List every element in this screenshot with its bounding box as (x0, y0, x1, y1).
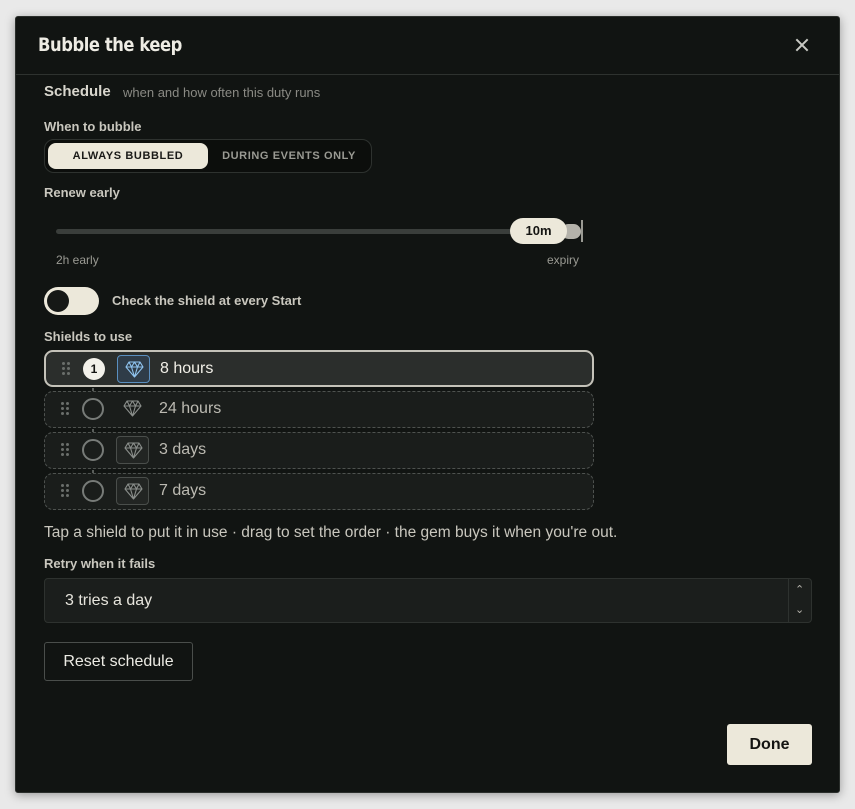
retry-select[interactable]: 3 tries a day ⌃ ⌄ (44, 578, 812, 623)
section-subtitle: when and how often this duty runs (123, 85, 321, 100)
slider-min-label: 2h early (56, 253, 99, 267)
check-shield-toggle[interactable] (44, 287, 99, 315)
when-to-bubble-label: When to bubble (44, 119, 142, 134)
dialog-header: Bubble the keep (16, 17, 839, 75)
shield-label: 7 days (159, 482, 207, 499)
option-always-bubbled[interactable]: ALWAYS BUBBLED (48, 143, 208, 169)
gem-icon (116, 395, 149, 423)
gem-icon (116, 477, 149, 505)
done-button[interactable]: Done (727, 724, 812, 765)
order-badge (82, 439, 104, 461)
shields-label: Shields to use (44, 329, 133, 344)
order-badge (82, 480, 104, 502)
reset-schedule-button[interactable]: Reset schedule (44, 642, 193, 681)
renew-early-slider-track[interactable] (56, 229, 582, 234)
renew-early-slider-thumb[interactable]: 10m (510, 218, 567, 244)
shield-label: 8 hours (160, 360, 214, 377)
section-title: Schedule (44, 83, 111, 100)
renew-early-label: Renew early (44, 185, 120, 200)
check-shield-label: Check the shield at every Start (112, 293, 302, 308)
shield-item-7-days[interactable]: 7 days (44, 473, 594, 510)
gem-icon (116, 436, 149, 464)
chevron-up-icon[interactable]: ⌃ (795, 583, 804, 596)
shield-item-3-days[interactable]: 3 days (44, 432, 594, 469)
close-icon[interactable] (791, 34, 813, 56)
drag-handle-icon[interactable] (62, 362, 70, 376)
shield-item-8-hours[interactable]: 1 8 hours (44, 350, 594, 387)
retry-select-value: 3 tries a day (65, 592, 153, 609)
drag-handle-icon[interactable] (61, 443, 69, 457)
retry-label: Retry when it fails (44, 556, 156, 571)
shields-hint: Tap a shield to put it in use · drag to … (44, 524, 618, 541)
shield-label: 3 days (159, 441, 207, 458)
retry-stepper[interactable]: ⌃ ⌄ (788, 579, 811, 622)
toggle-knob (47, 290, 69, 312)
drag-handle-icon[interactable] (61, 484, 69, 498)
shield-label: 24 hours (159, 400, 222, 417)
gem-icon (117, 355, 150, 383)
option-during-events-only[interactable]: DURING EVENTS ONLY (209, 143, 369, 169)
slider-end-marker (581, 220, 583, 242)
chevron-down-icon[interactable]: ⌄ (795, 603, 804, 616)
order-badge: 1 (83, 358, 105, 380)
slider-max-label: expiry (547, 253, 580, 267)
dialog-title: Bubble the keep (38, 34, 182, 56)
order-badge (82, 398, 104, 420)
drag-handle-icon[interactable] (61, 402, 69, 416)
when-to-bubble-segmented: ALWAYS BUBBLED DURING EVENTS ONLY (44, 139, 372, 173)
dialog: Bubble the keep Schedule when and how of… (15, 16, 840, 793)
shield-item-24-hours[interactable]: 24 hours (44, 391, 594, 428)
